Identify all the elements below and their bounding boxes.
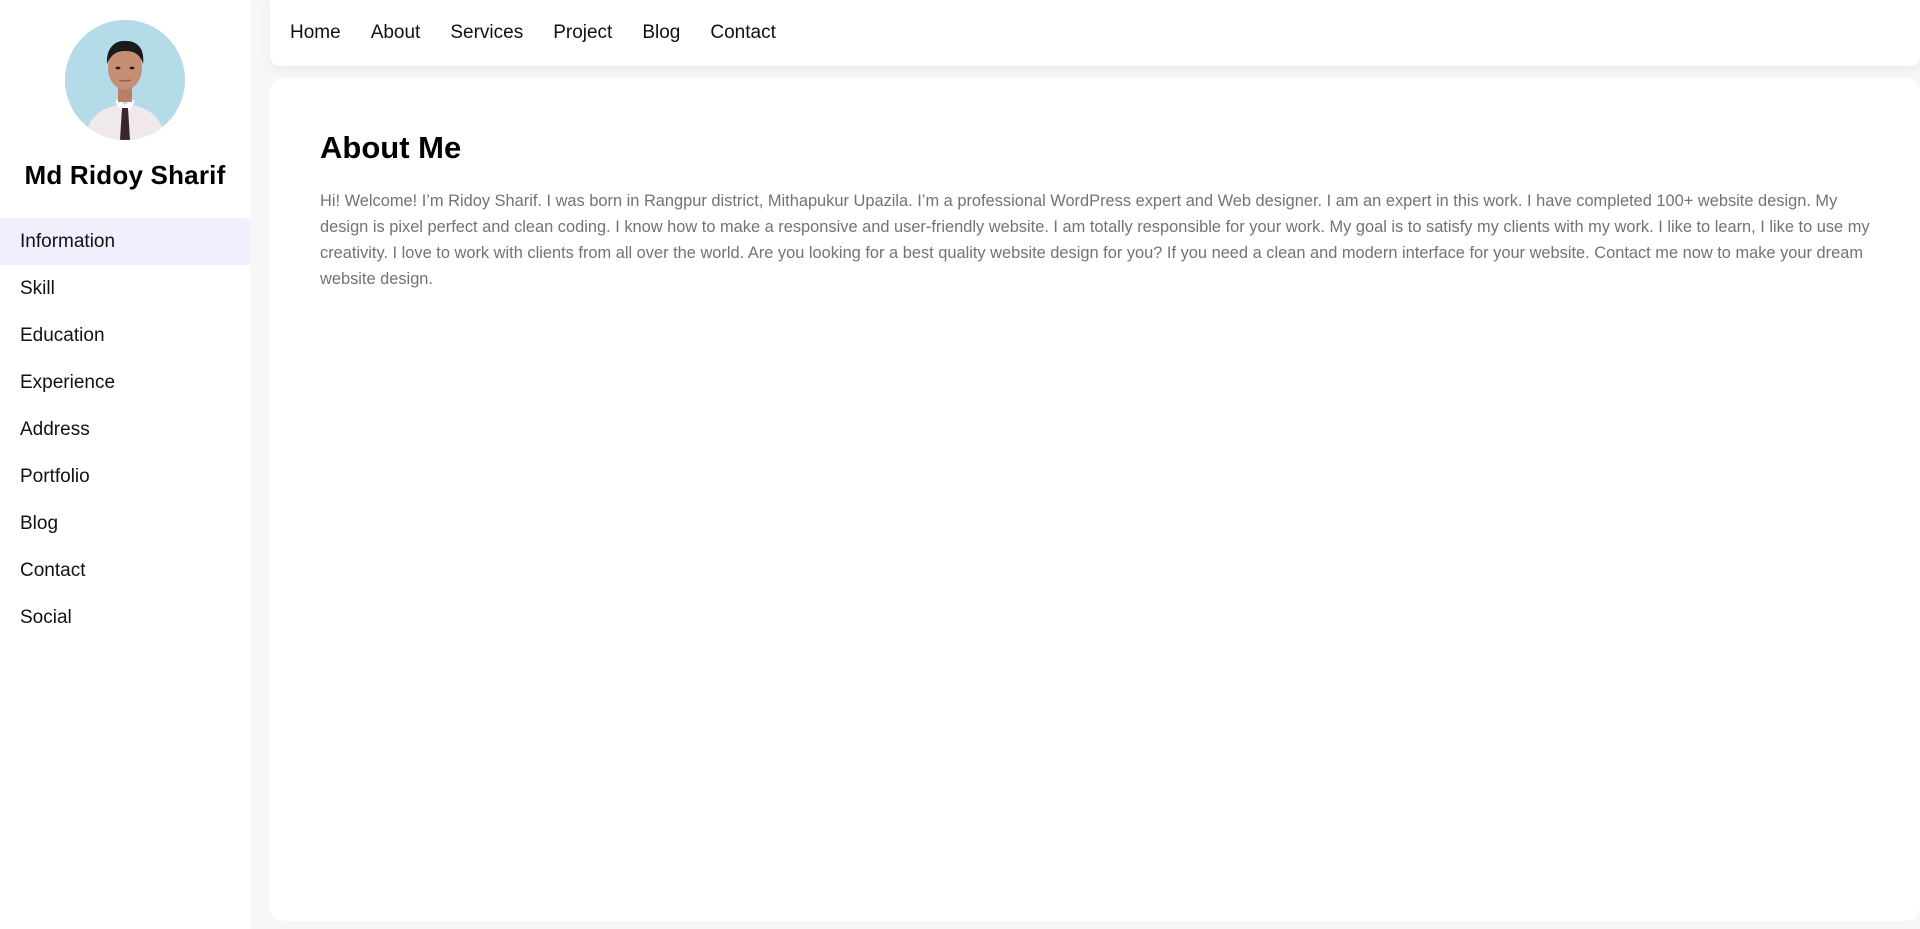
nav-link-blog[interactable]: Blog [642, 22, 680, 44]
sidebar-item-portfolio[interactable]: Portfolio [0, 453, 250, 500]
nav-link-services[interactable]: Services [450, 22, 523, 44]
sidebar-item-blog[interactable]: Blog [0, 500, 250, 547]
avatar [65, 20, 185, 140]
section-title: About Me [320, 130, 462, 165]
profile-photo-icon [65, 20, 185, 140]
sidebar-item-skill[interactable]: Skill [0, 265, 250, 312]
top-nav: Home About Services Project Blog Contact [270, 0, 1920, 66]
nav-link-project[interactable]: Project [553, 22, 612, 44]
sidebar-item-address[interactable]: Address [0, 406, 250, 453]
sidebar-item-education[interactable]: Education [0, 312, 250, 359]
sidebar-nav: Information Skill Education Experience A… [0, 218, 250, 641]
sidebar-item-experience[interactable]: Experience [0, 359, 250, 406]
sidebar-item-social[interactable]: Social [0, 594, 250, 641]
top-navigation-bar: Home About Services Project Blog Contact [270, 0, 1920, 66]
sidebar: Md Ridoy Sharif Information Skill Educat… [0, 0, 250, 929]
nav-link-contact[interactable]: Contact [710, 22, 775, 44]
nav-link-home[interactable]: Home [290, 22, 341, 44]
sidebar-item-contact[interactable]: Contact [0, 547, 250, 594]
sidebar-item-information[interactable]: Information [0, 218, 250, 265]
about-description: Hi! Welcome! I’m Ridoy Sharif. I was bor… [320, 192, 1870, 288]
about-section: About Me Hi! Welcome! I’m Ridoy Sharif. … [270, 78, 1920, 921]
nav-link-about[interactable]: About [371, 22, 421, 44]
profile-name: Md Ridoy Sharif [24, 160, 226, 190]
